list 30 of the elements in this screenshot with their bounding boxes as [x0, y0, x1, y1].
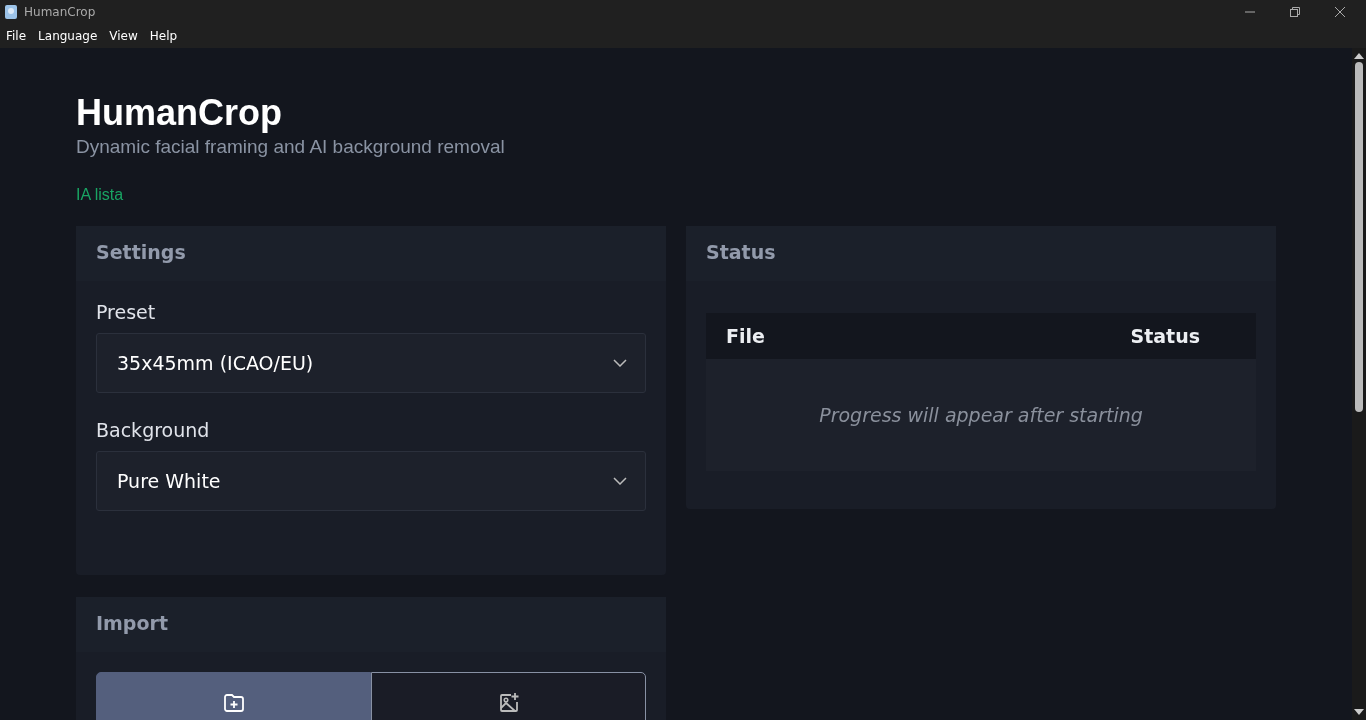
- dropdown[interactable]: 35x45mm (ICAO/EU): [96, 333, 646, 393]
- app-subtitle: Dynamic facial framing and AI background removal: [76, 136, 506, 158]
- card-title: Status: [706, 241, 776, 263]
- field-label: Background: [96, 419, 211, 441]
- menu-item[interactable]: File: [6, 29, 27, 43]
- column-header: File: [726, 325, 765, 347]
- menu-item[interactable]: Language: [38, 29, 98, 43]
- chevron-down-icon: [613, 477, 627, 485]
- empty-message: Progress will appear after starting: [819, 404, 1143, 426]
- menu-item[interactable]: Help: [149, 29, 178, 43]
- chevron-down-icon: [613, 359, 627, 367]
- restore-icon[interactable]: [1289, 6, 1301, 18]
- menu-item[interactable]: View: [109, 29, 138, 43]
- card-title: Import: [96, 612, 168, 634]
- scrollbar[interactable]: [1352, 48, 1366, 720]
- status-text: IA lista: [76, 186, 125, 204]
- close-icon[interactable]: [1334, 6, 1346, 18]
- column-header: Status: [1130, 325, 1200, 347]
- card-title: Settings: [96, 241, 186, 263]
- image-plus-icon: [497, 692, 520, 714]
- folder-plus-icon: [222, 693, 245, 713]
- app-title: HumanCrop: [76, 91, 283, 135]
- app-icon: [4, 4, 18, 20]
- window-title: HumanCrop: [24, 5, 96, 19]
- scroll-down-icon[interactable]: [1354, 708, 1364, 716]
- field-label: Preset: [96, 301, 157, 323]
- add-image-button[interactable]: [371, 672, 646, 720]
- scroll-thumb[interactable]: [1355, 62, 1363, 412]
- scroll-up-icon[interactable]: [1354, 52, 1364, 60]
- dropdown[interactable]: Pure White: [96, 451, 646, 511]
